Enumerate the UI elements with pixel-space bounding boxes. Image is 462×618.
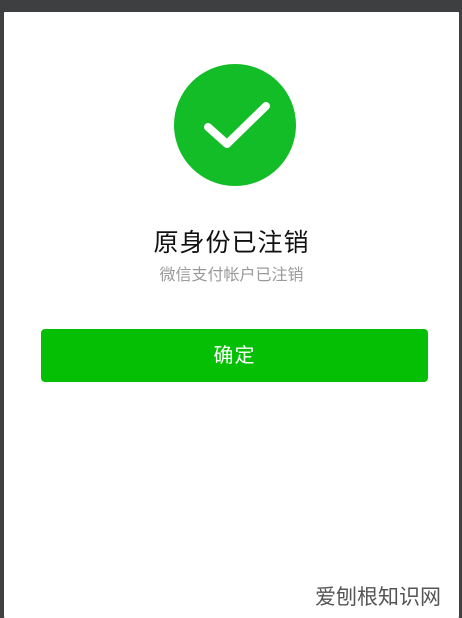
window-frame: 原身份已注销 微信支付帐户已注销 确定 爱刨根知识网 — [0, 0, 462, 618]
confirm-button[interactable]: 确定 — [41, 329, 428, 382]
page-subtitle: 微信支付帐户已注销 — [159, 265, 304, 284]
success-badge — [174, 64, 296, 186]
result-screen: 原身份已注销 微信支付帐户已注销 确定 爱刨根知识网 — [4, 12, 459, 618]
top-bar — [0, 0, 462, 12]
check-icon — [204, 102, 270, 148]
watermark: 爱刨根知识网 — [315, 585, 441, 609]
page-title: 原身份已注销 — [153, 228, 310, 257]
